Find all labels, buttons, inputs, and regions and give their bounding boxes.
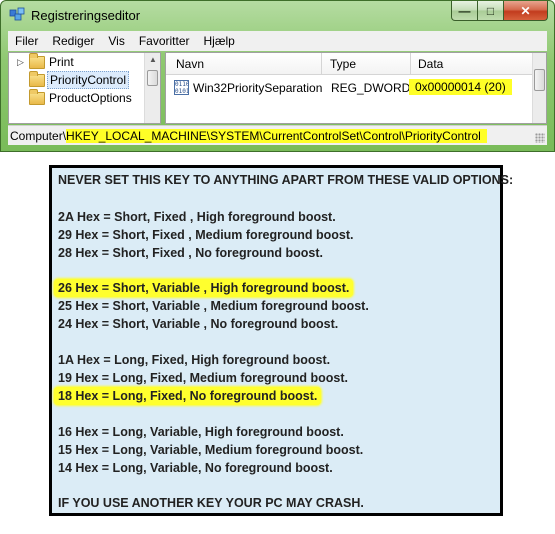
path-bar: Computer\ HKEY_LOCAL_MACHINE\SYSTEM\Curre… [8, 125, 547, 145]
option-line: 19 Hex = Long, Fixed, Medium foreground … [58, 371, 348, 385]
info-heading: NEVER SET THIS KEY TO ANYTHING APART FRO… [58, 173, 514, 187]
path-key: HKEY_LOCAL_MACHINE\SYSTEM\CurrentControl… [66, 128, 487, 143]
tree-item-productoptions[interactable]: ProductOptions [9, 89, 145, 107]
scrollbar-thumb[interactable] [147, 70, 158, 86]
menu-help[interactable]: Hjælp [197, 34, 242, 48]
list-scrollbar[interactable] [532, 53, 546, 123]
option-line: 16 Hex = Long, Variable, High foreground… [58, 425, 344, 439]
tree-item-print[interactable]: ▷ Print [9, 53, 145, 71]
value-type: REG_DWORD [331, 81, 411, 95]
folder-icon [29, 89, 45, 105]
option-line: 1A Hex = Long, Fixed, High foreground bo… [58, 353, 331, 367]
menu-file[interactable]: Filer [8, 34, 45, 48]
title-bar[interactable]: Registreringseditor — □ ✕ [1, 1, 554, 29]
key-tree[interactable]: ▷ Print PriorityControl ProductOptions ▲ [8, 52, 161, 124]
close-button[interactable]: ✕ [504, 1, 548, 21]
table-row[interactable]: 0110 0101 Win32PrioritySeparation REG_DWO… [166, 77, 546, 99]
scroll-up-icon[interactable]: ▲ [148, 55, 158, 64]
menu-edit[interactable]: Rediger [45, 34, 101, 48]
menu-favorites[interactable]: Favoritter [132, 34, 197, 48]
close-icon: ✕ [520, 3, 531, 18]
value-list[interactable]: Navn Type Data 0110 0101 Win32PrioritySep… [165, 52, 547, 124]
maximize-button[interactable]: □ [478, 1, 504, 21]
minimize-button[interactable]: — [451, 1, 478, 21]
minimize-icon: — [458, 3, 471, 18]
expand-arrow-icon[interactable]: ▷ [17, 57, 24, 68]
tree-item-prioritycontrol[interactable]: PriorityControl [9, 71, 145, 89]
column-header-name[interactable]: Navn [176, 57, 204, 71]
option-line: 25 Hex = Short, Variable , Medium foregr… [58, 299, 369, 313]
option-line: 15 Hex = Long, Variable, Medium foregrou… [58, 443, 364, 457]
value-data: 0x00000014 (20) [409, 79, 512, 95]
folder-icon [29, 53, 45, 69]
registry-editor-window: Registreringseditor — □ ✕ Filer Rediger … [0, 0, 555, 152]
tree-scrollbar[interactable]: ▲ [144, 53, 160, 123]
menu-view[interactable]: Vis [101, 34, 131, 48]
option-line: 2A Hex = Short, Fixed , High foreground … [58, 210, 336, 224]
tree-item-label: ProductOptions [49, 91, 132, 105]
path-prefix: Computer\ [10, 128, 67, 143]
option-line: 14 Hex = Long, Variable, No foreground b… [58, 461, 333, 475]
registry-editor-icon [9, 7, 25, 21]
list-header: Navn Type Data [166, 53, 546, 75]
menu-bar: Filer Rediger Vis Favoritter Hjælp [8, 31, 547, 51]
column-header-type[interactable]: Type [330, 57, 356, 71]
valid-options-box: NEVER SET THIS KEY TO ANYTHING APART FRO… [49, 165, 513, 516]
scrollbar-thumb[interactable] [534, 69, 545, 91]
resize-grip-icon[interactable] [535, 133, 545, 143]
tree-item-label: PriorityControl [47, 71, 130, 89]
value-name: Win32PrioritySeparation [193, 81, 323, 95]
option-line: 28 Hex = Short, Fixed , No foreground bo… [58, 246, 323, 260]
column-header-data[interactable]: Data [418, 57, 443, 71]
option-line: 24 Hex = Short, Variable , No foreground… [58, 317, 339, 331]
option-line: 29 Hex = Short, Fixed , Medium foregroun… [58, 228, 354, 242]
tree-item-label: Print [49, 55, 74, 69]
option-line-highlighted: 18 Hex = Long, Fixed, No foreground boos… [54, 387, 322, 405]
caption-buttons: — □ ✕ [451, 1, 548, 21]
column-divider[interactable] [321, 53, 322, 75]
reg-dword-icon: 0110 0101 [174, 80, 189, 95]
maximize-icon: □ [486, 3, 495, 18]
option-line-highlighted: 26 Hex = Short, Variable , High foregrou… [54, 279, 354, 297]
warning-text: IF YOU USE ANOTHER KEY YOUR PC MAY CRASH… [58, 496, 364, 510]
window-title: Registreringseditor [31, 8, 141, 23]
folder-icon [29, 71, 45, 87]
column-divider[interactable] [410, 53, 411, 75]
